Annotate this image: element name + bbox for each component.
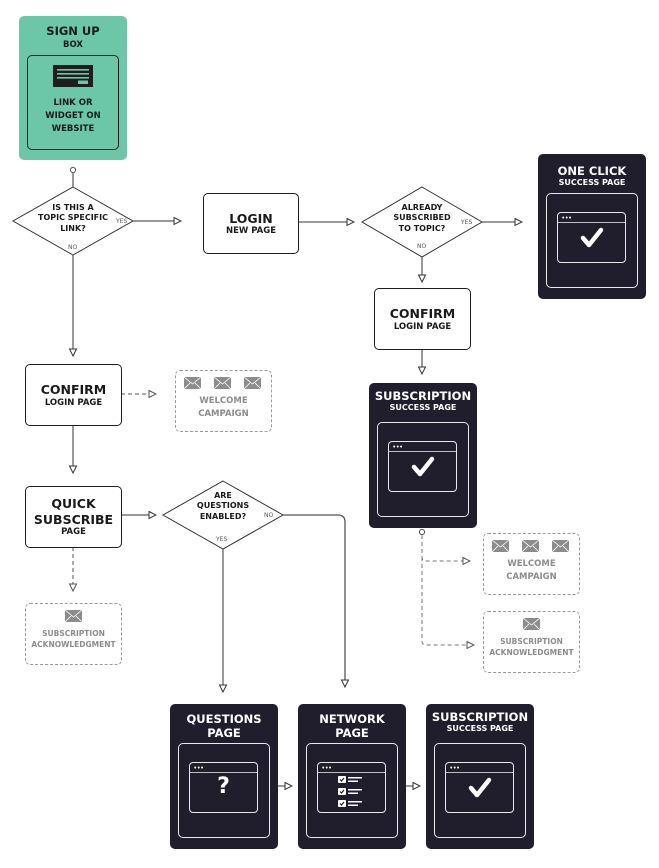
browser-window-icon: ••• [445,762,514,813]
card-subtitle: SUCCESS PAGE [389,403,457,413]
checklist-icon [338,776,362,807]
confirm-title: CONFIRM [389,305,456,321]
browser-window-icon: ••• [317,762,386,813]
email-line: ACKNOWLEDGMENT [489,648,574,658]
confirm-title: CONFIRM [40,381,107,397]
card-title: SUBSCRIPTION [431,710,529,724]
signup-title: SIGN UP [46,24,100,38]
decision-already-subscribed: ALREADY SUBSCRIBED TO TOPIC? [382,203,462,234]
quick-title: QUICK [51,496,96,512]
login-title: LOGIN [229,210,273,226]
signup-inner-line: WIDGET ON [45,111,101,122]
widget-icon [53,65,93,87]
decision-line: ENABLED? [199,511,247,521]
confirm-login-box-left: CONFIRM LOGIN PAGE [25,364,122,426]
card-subtitle: PAGE [207,726,241,741]
decision-line: QUESTIONS [196,501,250,511]
signup-subtitle: BOX [63,40,83,50]
email-line: WELCOME [199,396,248,406]
decision-line: IS THIS A [52,203,94,212]
email-line: SUBSCRIPTION [42,629,105,638]
connector-no-network [283,514,345,687]
card-subtitle: SUCCESS PAGE [558,178,626,188]
page-frame: ••• [306,743,398,838]
envelope-icon [523,618,540,630]
email-line: CAMPAIGN [506,571,557,582]
envelope-icon [492,540,509,552]
no-label: NO [68,244,78,251]
page-frame: ••• ? [178,743,270,838]
card-subtitle: PAGE [335,726,369,741]
connector-sub-welcome [421,535,470,561]
signup-inner-line: LINK OR [53,98,93,108]
network-page-card: NETWORK PAGE ••• [298,704,406,849]
card-title: SUBSCRIPTION [374,389,472,403]
question-mark-icon: ? [217,774,230,799]
confirm-subtitle: LOGIN PAGE [44,397,103,408]
yes-label: YES [116,218,128,225]
checkmark-icon [580,227,604,248]
decision-line: ALREADY [401,203,443,212]
envelope-icon [522,540,539,552]
yes-label: YES [461,219,473,226]
welcome-campaign-box-right: WELCOME CAMPAIGN [483,533,580,595]
confirm-subtitle: LOGIN PAGE [393,321,452,332]
no-label: NO [264,512,274,519]
signup-widget-frame: LINK OR WIDGET ON WEBSITE [27,55,119,150]
email-line: CAMPAIGN [198,408,249,419]
envelope-icon [214,377,231,389]
quick-title: SUBSCRIBE [33,511,114,527]
signup-box: SIGN UP BOX LINK OR WIDGET ON WEBSITE [19,16,127,160]
browser-window-icon: ••• [557,212,626,263]
signup-inner-line: WEBSITE [51,124,95,135]
email-line: ACKNOWLEDGMENT [31,640,116,650]
card-title: QUESTIONS [186,712,262,726]
decision-line: TOPIC SPECIFIC [37,213,108,223]
yes-label: YES [216,536,228,543]
login-box: LOGIN NEW PAGE [203,193,299,254]
card-title: NETWORK [319,712,385,726]
subscription-ack-box-left: SUBSCRIPTION ACKNOWLEDGMENT [25,603,122,665]
envelope-icon [65,610,82,622]
welcome-campaign-box-left: WELCOME CAMPAIGN [175,370,272,432]
email-label: WELCOME CAMPAIGN [176,395,271,421]
decision-line: TO TOPIC? [398,223,446,233]
card-subtitle: SUCCESS PAGE [446,724,514,734]
email-line: SUBSCRIPTION [500,637,563,646]
quick-subscribe-box: QUICK SUBSCRIBE PAGE [25,486,122,548]
envelope-icon [184,377,201,389]
envelope-icon [552,540,569,552]
browser-window-icon: ••• [388,441,457,492]
subscription-ack-box-right: SUBSCRIPTION ACKNOWLEDGMENT [483,611,580,673]
email-label: SUBSCRIPTION ACKNOWLEDGMENT [26,628,121,651]
decision-line: ARE [214,491,232,500]
email-label: SUBSCRIPTION ACKNOWLEDGMENT [484,636,579,659]
no-label: NO [417,243,427,250]
page-frame: ••• [377,422,469,517]
questions-page-card: QUESTIONS PAGE ••• ? [170,704,278,849]
email-line: WELCOME [507,559,556,569]
decision-line: LINK? [60,223,86,233]
page-frame: ••• [546,193,638,288]
envelope-icon [244,377,261,389]
subscription-success-card-right: SUBSCRIPTION SUCCESS PAGE ••• [369,383,477,528]
confirm-login-box-right: CONFIRM LOGIN PAGE [374,288,471,350]
browser-window-icon: ••• ? [189,762,258,813]
subscription-success-card-bottom: SUBSCRIPTION SUCCESS PAGE ••• [426,704,534,849]
card-title: ONE CLICK [557,164,627,178]
connector-sub-ack [421,557,474,645]
page-frame: ••• [434,743,526,838]
quick-subtitle: PAGE [61,527,86,538]
one-click-success-card: ONE CLICK SUCCESS PAGE ••• [538,154,646,299]
branch-node [418,528,426,536]
signup-inner-label: LINK OR WIDGET ON WEBSITE [28,97,118,137]
start-node [69,166,77,174]
decision-topic-link: IS THIS A TOPIC SPECIFIC LINK? [33,203,113,234]
checkmark-icon [468,777,492,798]
login-subtitle: NEW PAGE [225,226,277,236]
email-label: WELCOME CAMPAIGN [484,558,579,584]
decision-questions-enabled: ARE QUESTIONS ENABLED? [183,491,263,522]
decision-line: SUBSCRIBED [393,213,451,223]
checkmark-icon [411,456,435,477]
